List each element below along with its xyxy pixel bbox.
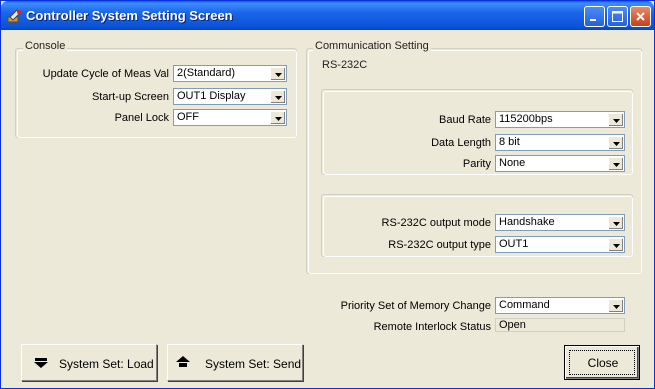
arrow-down-icon <box>34 357 48 372</box>
remote-interlock-field: Open <box>495 318 625 332</box>
output-mode-label: RS-232C output mode <box>381 217 491 229</box>
data-length-label: Data Length <box>431 137 491 149</box>
remote-interlock-label: Remote Interlock Status <box>373 321 491 333</box>
send-button-label: System Set: Send <box>205 357 302 371</box>
chevron-down-icon[interactable] <box>608 216 623 229</box>
output-type-value: OUT1 <box>499 238 529 250</box>
startup-screen-label: Start-up Screen <box>91 91 169 103</box>
system-set-load-button[interactable]: System Set: Load <box>21 344 157 381</box>
baud-rate-select[interactable]: 115200bps <box>495 111 625 128</box>
arrow-up-icon <box>176 356 190 371</box>
data-length-value: 8 bit <box>499 136 520 148</box>
chevron-down-icon[interactable] <box>608 238 623 251</box>
output-mode-select[interactable]: Handshake <box>495 214 625 231</box>
data-length-select[interactable]: 8 bit <box>495 134 625 151</box>
communication-group-label: Communication Setting <box>313 40 431 52</box>
chevron-down-icon[interactable] <box>270 111 285 124</box>
baud-rate-value: 115200bps <box>499 113 553 125</box>
title-bar[interactable]: Controller System Setting Screen <box>1 1 654 30</box>
window-title: Controller System Setting Screen <box>26 8 233 23</box>
close-button-label: Close <box>587 356 619 370</box>
settings-window: Controller System Setting Screen Console… <box>0 0 655 389</box>
load-button-label: System Set: Load <box>59 357 154 371</box>
close-button[interactable]: Close <box>564 345 640 380</box>
output-type-label: RS-232C output type <box>388 239 491 251</box>
chevron-down-icon[interactable] <box>270 67 285 80</box>
close-window-button[interactable] <box>630 6 651 27</box>
update-cycle-label: Update Cycle of Meas Val <box>42 68 169 80</box>
startup-screen-value: OUT1 Display <box>177 90 246 102</box>
chevron-down-icon[interactable] <box>270 90 285 103</box>
parity-value: None <box>499 157 526 169</box>
system-set-send-button[interactable]: System Set: Send <box>167 344 303 381</box>
remote-interlock-value: Open <box>499 319 526 331</box>
tool-icon <box>7 8 23 24</box>
panel-lock-label: Panel Lock <box>114 112 169 124</box>
output-type-select[interactable]: OUT1 <box>495 236 625 253</box>
chevron-down-icon[interactable] <box>608 136 623 149</box>
rs232c-label: RS-232C <box>320 59 370 71</box>
minimize-button[interactable] <box>584 6 605 27</box>
update-cycle-value: 2(Standard) <box>177 67 236 79</box>
priority-memory-select[interactable]: Command <box>495 297 625 314</box>
panel-lock-select[interactable]: OFF <box>173 109 287 126</box>
update-cycle-select[interactable]: 2(Standard) <box>173 65 287 82</box>
chevron-down-icon[interactable] <box>608 299 623 312</box>
console-group-label: Console <box>23 40 68 52</box>
output-mode-value: Handshake <box>499 216 555 228</box>
priority-memory-value: Command <box>499 299 550 311</box>
parity-label: Parity <box>462 158 491 170</box>
parity-select[interactable]: None <box>495 155 625 172</box>
baud-rate-label: Baud Rate <box>439 114 491 126</box>
chevron-down-icon[interactable] <box>608 157 623 170</box>
priority-memory-label: Priority Set of Memory Change <box>340 300 491 312</box>
maximize-button[interactable] <box>607 6 628 27</box>
startup-screen-select[interactable]: OUT1 Display <box>173 88 287 105</box>
chevron-down-icon[interactable] <box>608 113 623 126</box>
panel-lock-value: OFF <box>177 111 199 123</box>
